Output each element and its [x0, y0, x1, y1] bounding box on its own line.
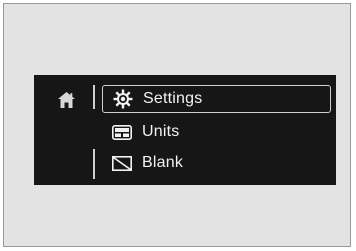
menu-divider: [93, 85, 95, 109]
menu-item-label: Blank: [142, 154, 184, 171]
menu-item-units[interactable]: Units: [111, 119, 179, 145]
units-icon: [111, 123, 133, 141]
home-icon[interactable]: [58, 92, 75, 108]
menu-item-settings[interactable]: Settings: [102, 85, 331, 113]
menu-item-blank[interactable]: Blank: [111, 150, 183, 176]
illustration-frame: Settings Units Blank: [3, 3, 351, 247]
menu-divider: [93, 149, 95, 179]
menu-item-label: Settings: [143, 90, 203, 107]
menu-item-label: Units: [142, 123, 180, 140]
gear-icon: [112, 89, 134, 109]
display-screen: Settings Units Blank: [34, 75, 336, 185]
blank-screen-icon: [111, 154, 133, 172]
